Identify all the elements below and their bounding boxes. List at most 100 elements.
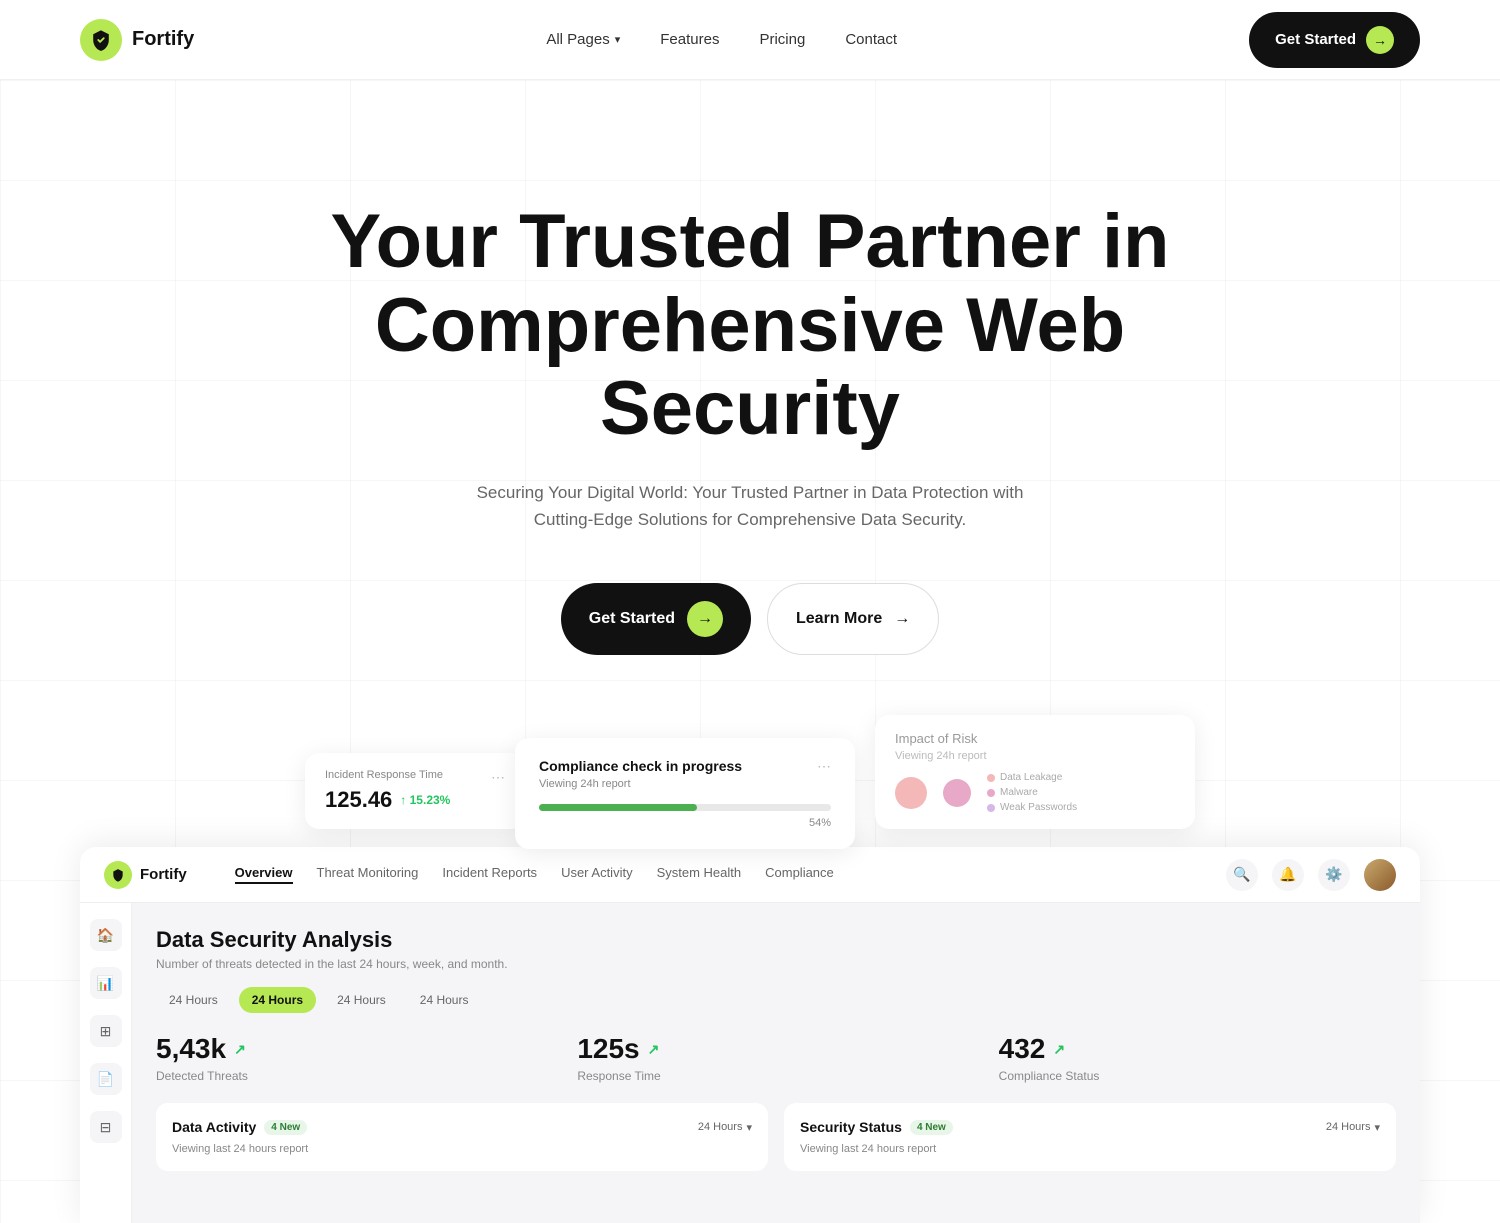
nav-link-pricing[interactable]: Pricing [759,31,805,48]
logo-icon [80,19,122,61]
sidebar-home-icon[interactable]: 🏠 [90,919,122,951]
dash-nav-overview[interactable]: Overview [235,865,293,884]
hero-section: Your Trusted Partner in Comprehensive We… [0,80,1500,1223]
incident-trend: ↑ 15.23% [400,793,450,807]
navbar: Fortify All Pages ▾ Features Pricing Con… [0,0,1500,80]
risk-legend-label2: Malware [1000,787,1038,798]
risk-legend-label1: Data Leakage [1000,772,1062,783]
dash-nav-threat[interactable]: Threat Monitoring [317,865,419,884]
dashboard-logo: Fortify [104,861,187,889]
three-dots-icon[interactable]: ⋯ [491,769,505,786]
dashboard-nav-icons: 🔍 🔔 ⚙️ [1226,859,1396,891]
stat-compliance: 432 ↗ Compliance Status [999,1033,1396,1083]
dash-tab-3[interactable]: 24 Hours [407,987,482,1013]
dash-tab-1[interactable]: 24 Hours [239,987,316,1013]
dashboard-main: Data Security Analysis Number of threats… [132,903,1420,1223]
compliance-check-card: Compliance check in progress Viewing 24h… [515,738,855,849]
security-status-badge: 4 New [910,1120,953,1135]
compliance-card-subtitle: Viewing 24h report [539,778,742,790]
stat-response-value: 125s [577,1033,639,1065]
nav-link-features[interactable]: Features [660,31,719,48]
risk-legend-dot3 [987,804,995,812]
floating-cards: Incident Response Time ⋯ 125.46 ↑ 15.23%… [80,715,1420,849]
chevron-down-icon: ▾ [615,33,621,46]
data-activity-hours-select[interactable]: 24 Hours ▾ [698,1121,752,1134]
user-avatar[interactable] [1364,859,1396,891]
dashboard-main-subtitle: Number of threats detected in the last 2… [156,957,1396,971]
dashboard-logo-text: Fortify [140,866,187,883]
dash-tab-2[interactable]: 24 Hours [324,987,399,1013]
risk-dot-malware [943,779,971,807]
data-activity-card: Data Activity 4 New 24 Hours ▾ Viewing l… [156,1103,768,1171]
nav-links: All Pages ▾ Features Pricing Contact [546,31,897,48]
chevron-down-icon: ▾ [746,1121,752,1134]
hero-get-started-button[interactable]: Get Started → [561,583,751,655]
security-status-hours-select[interactable]: 24 Hours ▾ [1326,1121,1380,1134]
data-activity-subtitle: Viewing last 24 hours report [172,1143,752,1155]
nav-get-started-button[interactable]: Get Started → [1249,12,1420,68]
stat-threats-arrow: ↗ [234,1041,246,1058]
nav-logo[interactable]: Fortify [80,19,194,61]
dashboard-main-title: Data Security Analysis [156,927,1396,953]
risk-card-title: Impact of Risk [895,731,1175,746]
risk-dot-data-leakage [895,777,927,809]
bell-icon[interactable]: 🔔 [1272,859,1304,891]
dash-nav-user[interactable]: User Activity [561,865,633,884]
sidebar-chart-icon[interactable]: 📊 [90,967,122,999]
dash-nav-compliance[interactable]: Compliance [765,865,834,884]
stat-threats-value: 5,43k [156,1033,226,1065]
dashboard-nav-links: Overview Threat Monitoring Incident Repo… [235,865,1194,884]
risk-icons-row: Data Leakage Malware Weak Passwords [895,772,1175,813]
dashboard-sidebar: 🏠 📊 ⊞ 📄 ⊟ [80,903,132,1223]
compliance-progress-fill [539,804,697,811]
settings-icon[interactable]: ⚙️ [1318,859,1350,891]
hero-learn-more-button[interactable]: Learn More → [767,583,939,655]
dash-nav-system[interactable]: System Health [657,865,742,884]
nav-link-all-pages[interactable]: All Pages ▾ [546,31,620,48]
stat-compliance-value: 432 [999,1033,1046,1065]
risk-legend-dot1 [987,774,995,782]
stat-compliance-arrow: ↗ [1053,1041,1065,1058]
compliance-progress-bg [539,804,831,811]
search-icon[interactable]: 🔍 [1226,859,1258,891]
sidebar-extra-icon[interactable]: ⊟ [90,1111,122,1143]
security-status-card: Security Status 4 New 24 Hours ▾ Viewing… [784,1103,1396,1171]
incident-card-label: Incident Response Time [325,769,443,781]
incident-response-card: Incident Response Time ⋯ 125.46 ↑ 15.23% [305,753,525,829]
hero-subtitle: Securing Your Digital World: Your Truste… [460,479,1040,533]
preview-section: Incident Response Time ⋯ 125.46 ↑ 15.23%… [0,715,1500,1223]
hero-title: Your Trusted Partner in Comprehensive We… [300,200,1200,451]
sidebar-document-icon[interactable]: 📄 [90,1063,122,1095]
compliance-progress-pct: 54% [539,817,831,829]
hero-buttons: Get Started → Learn More → [20,583,1480,655]
risk-legend: Data Leakage Malware Weak Passwords [987,772,1077,813]
hero-content: Your Trusted Partner in Comprehensive We… [0,160,1500,715]
security-status-subtitle: Viewing last 24 hours report [800,1143,1380,1155]
compliance-three-dots-icon[interactable]: ⋯ [817,758,831,775]
risk-legend-dot2 [987,789,995,797]
dashboard-body: 🏠 📊 ⊞ 📄 ⊟ Data Security Analysis Number … [80,903,1420,1223]
incident-card-value: 125.46 ↑ 15.23% [325,787,505,813]
risk-legend-item-malware: Malware [987,787,1077,798]
risk-legend-item-weak-passwords: Weak Passwords [987,802,1077,813]
btn-secondary-arrow-icon: → [894,610,910,628]
risk-impact-card: Impact of Risk Viewing 24h report Data L… [875,715,1195,829]
logo-text: Fortify [132,28,194,51]
compliance-card-title: Compliance check in progress [539,758,742,774]
sidebar-layers-icon[interactable]: ⊞ [90,1015,122,1047]
stat-compliance-label: Compliance Status [999,1069,1396,1083]
risk-card-sub: Viewing 24h report [895,750,1175,762]
nav-link-contact[interactable]: Contact [845,31,897,48]
btn-primary-arrow-icon: → [687,601,723,637]
stat-detected-threats: 5,43k ↗ Detected Threats [156,1033,553,1083]
stat-threats-label: Detected Threats [156,1069,553,1083]
dashboard-cards-row: Data Activity 4 New 24 Hours ▾ Viewing l… [156,1103,1396,1171]
dashboard-logo-icon [104,861,132,889]
data-activity-badge: 4 New [264,1120,307,1135]
dash-nav-incidents[interactable]: Incident Reports [442,865,537,884]
stat-response-arrow: ↗ [648,1041,660,1058]
security-status-title: Security Status [800,1119,902,1135]
dash-tab-0[interactable]: 24 Hours [156,987,231,1013]
nav-cta-arrow-icon: → [1366,26,1394,54]
dashboard-frame: Fortify Overview Threat Monitoring Incid… [80,847,1420,1223]
